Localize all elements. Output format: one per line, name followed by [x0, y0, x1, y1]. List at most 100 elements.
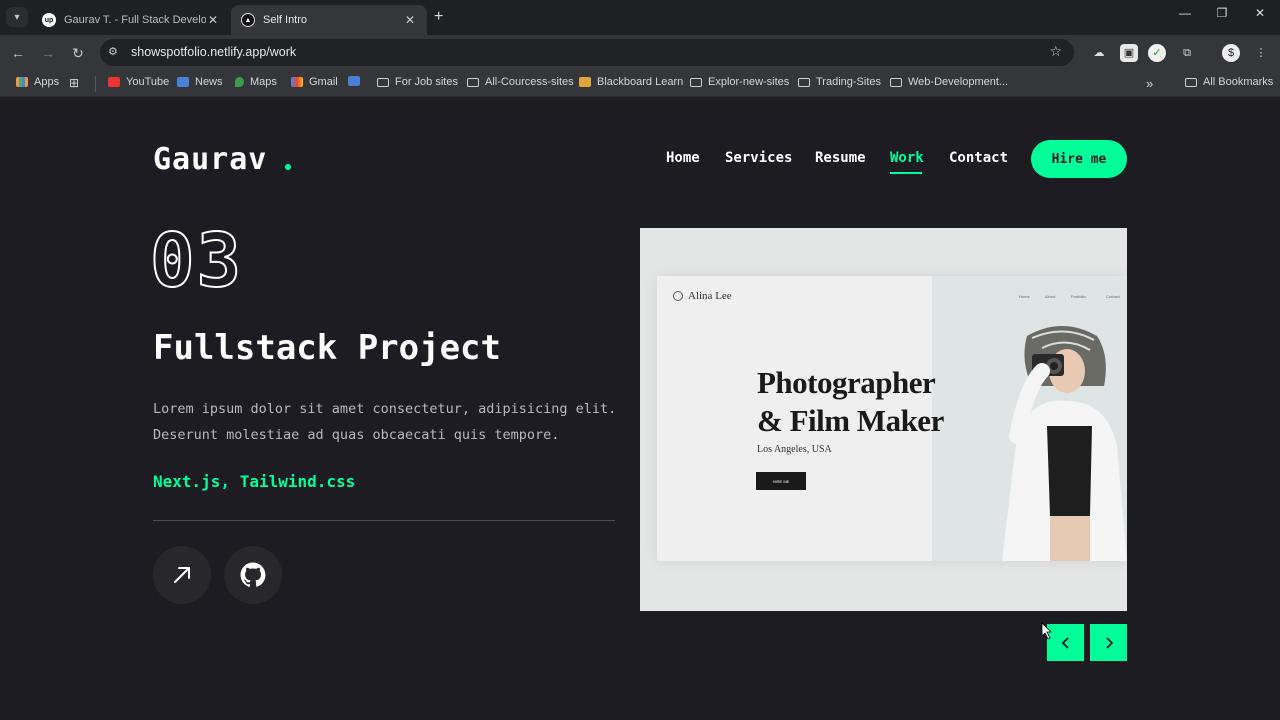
news-icon — [177, 77, 189, 87]
portfolio-page: Gaurav Home Services Resume Work Contact… — [0, 100, 1280, 720]
bookmark-label: Web-Development... — [908, 76, 1009, 88]
bookmark-star-icon[interactable]: ☆ — [1049, 43, 1062, 60]
next-project-button[interactable] — [1090, 624, 1127, 661]
apps-grid-icon — [16, 77, 28, 87]
bookmark-news[interactable]: News — [177, 76, 223, 88]
translate-icon — [348, 76, 360, 86]
bookmark-translate[interactable] — [348, 76, 366, 86]
folder-icon — [890, 77, 902, 87]
extension-icon[interactable]: ☁ — [1090, 44, 1108, 62]
forward-button[interactable]: → — [38, 43, 58, 63]
bookmark-blackboard[interactable]: Blackboard Learn — [579, 76, 683, 88]
bookmark-label: News — [195, 76, 223, 88]
preview-location: Los Angeles, USA — [757, 444, 832, 455]
tab-bar: ▾ up Gaurav T. - Full Stack Developer ✕ … — [0, 0, 1280, 35]
nav-active-underline — [890, 172, 922, 174]
minimize-button[interactable]: — — [1175, 6, 1195, 20]
bookmark-gmail[interactable]: Gmail — [291, 76, 338, 88]
preview-photo-area — [932, 276, 1127, 561]
bookmark-grid[interactable]: ⊞ — [69, 76, 79, 90]
bookmarks-bar: Apps ⊞ YouTube News Maps Gmail For Job s… — [0, 70, 1280, 97]
tab-title: Self Intro — [263, 14, 308, 26]
tab-search-button[interactable]: ▾ — [6, 7, 28, 27]
project-title: Fullstack Project — [153, 328, 501, 368]
bookmark-label: Blackboard Learn — [597, 76, 684, 88]
folder-icon — [1185, 77, 1197, 87]
bookmark-label: Explor-new-sites — [708, 76, 790, 88]
bookmark-label: All-Courcess-sites — [485, 76, 574, 88]
nav-services[interactable]: Services — [725, 150, 792, 166]
close-tab-icon[interactable]: ✕ — [206, 13, 220, 27]
new-tab-button[interactable]: + — [434, 8, 443, 26]
folder-icon — [377, 77, 389, 87]
profile-avatar[interactable]: $ — [1222, 44, 1240, 62]
preview-brand-text: Alina Lee — [688, 290, 732, 302]
bookmark-label: YouTube — [126, 76, 170, 88]
more-bookmarks-button[interactable]: » — [1146, 76, 1153, 91]
live-project-button[interactable] — [153, 546, 211, 604]
address-bar[interactable]: ⚙ showspotfolio.netlify.app/work ☆ — [100, 39, 1074, 66]
preview-headline: Photographer & Film Maker — [757, 364, 944, 440]
close-tab-icon[interactable]: ✕ — [403, 13, 417, 27]
bookmark-folder-courses[interactable]: All-Courcess-sites — [467, 76, 574, 88]
folder-icon — [467, 77, 479, 87]
preview-hire-button: HIRE ME — [756, 472, 806, 490]
chevron-left-icon — [1061, 636, 1069, 649]
bookmark-apps[interactable]: Apps — [16, 76, 59, 88]
url-text: showspotfolio.netlify.app/work — [131, 45, 297, 59]
bookmark-label: All Bookmarks — [1203, 76, 1274, 88]
folder-icon — [798, 77, 810, 87]
restore-button[interactable]: ❐ — [1212, 6, 1232, 20]
bookmark-maps[interactable]: Maps — [235, 76, 277, 88]
reload-button[interactable]: ↻ — [68, 43, 88, 63]
preview-menu-item: Home — [1019, 294, 1030, 299]
bookmark-folder-jobs[interactable]: For Job sites — [377, 76, 458, 88]
close-window-button[interactable]: ✕ — [1250, 6, 1270, 20]
github-repo-button[interactable] — [224, 546, 282, 604]
description-line: Deserunt molestiae ad quas obcaecati qui… — [153, 427, 560, 443]
hire-me-button[interactable]: Hire me — [1031, 140, 1127, 178]
browser-chrome: ▾ up Gaurav T. - Full Stack Developer ✕ … — [0, 0, 1280, 100]
preview-menu-item: Contact — [1106, 294, 1120, 299]
logo-dot — [285, 164, 291, 170]
bookmark-folder-explore[interactable]: Explor-new-sites — [690, 76, 789, 88]
bookmark-folder-webdev[interactable]: Web-Development... — [890, 76, 1008, 88]
bookmarks-divider — [95, 76, 96, 92]
extension-icon[interactable]: ✓ — [1148, 44, 1166, 62]
blackboard-icon — [579, 77, 591, 87]
description-line: Lorem ipsum dolor sit amet consectetur, … — [153, 401, 617, 417]
site-info-icon[interactable]: ⚙ — [108, 45, 118, 58]
bookmark-all[interactable]: All Bookmarks — [1185, 76, 1273, 88]
tab-self-intro[interactable]: ▲ Self Intro ✕ — [231, 5, 427, 35]
preview-menu-item: About — [1045, 294, 1056, 299]
browser-menu-icon[interactable]: ⋮ — [1252, 44, 1270, 62]
back-button[interactable]: ← — [8, 43, 28, 63]
bookmark-youtube[interactable]: YouTube — [108, 76, 169, 88]
project-number: 03 — [149, 218, 244, 304]
youtube-icon — [108, 77, 120, 87]
extensions-puzzle-icon[interactable]: ⧉ — [1178, 44, 1196, 62]
preview-brand: Alina Lee — [673, 290, 732, 302]
tab-upwork[interactable]: up Gaurav T. - Full Stack Developer ✕ — [32, 5, 230, 35]
preview-mockup: Alina Lee Home About Portfolio Contact P… — [657, 276, 1127, 561]
bookmark-folder-trading[interactable]: Trading-Sites — [798, 76, 881, 88]
nav-resume[interactable]: Resume — [815, 150, 866, 166]
translate-extension-icon[interactable]: ▣ — [1120, 44, 1138, 62]
nav-contact[interactable]: Contact — [949, 150, 1008, 166]
divider — [153, 520, 615, 521]
folder-icon — [690, 77, 702, 87]
site-logo[interactable]: Gaurav — [153, 142, 267, 177]
nextjs-icon: ▲ — [241, 13, 255, 27]
bookmark-label: Gmail — [309, 76, 338, 88]
grid-icon: ⊞ — [69, 76, 80, 90]
preview-menu-item: Portfolio — [1071, 294, 1086, 299]
browser-toolbar: ← → ↻ ⚙ showspotfolio.netlify.app/work ☆… — [0, 35, 1280, 70]
arrow-up-right-icon — [174, 567, 190, 583]
project-description: Lorem ipsum dolor sit amet consectetur, … — [153, 396, 623, 448]
tab-title: Gaurav T. - Full Stack Developer — [64, 14, 206, 26]
project-stack: Next.js, Tailwind.css — [153, 472, 356, 491]
nav-work[interactable]: Work — [890, 150, 924, 166]
nav-home[interactable]: Home — [666, 150, 700, 166]
bookmark-label: For Job sites — [395, 76, 458, 88]
photographer-illustration — [932, 276, 1127, 561]
